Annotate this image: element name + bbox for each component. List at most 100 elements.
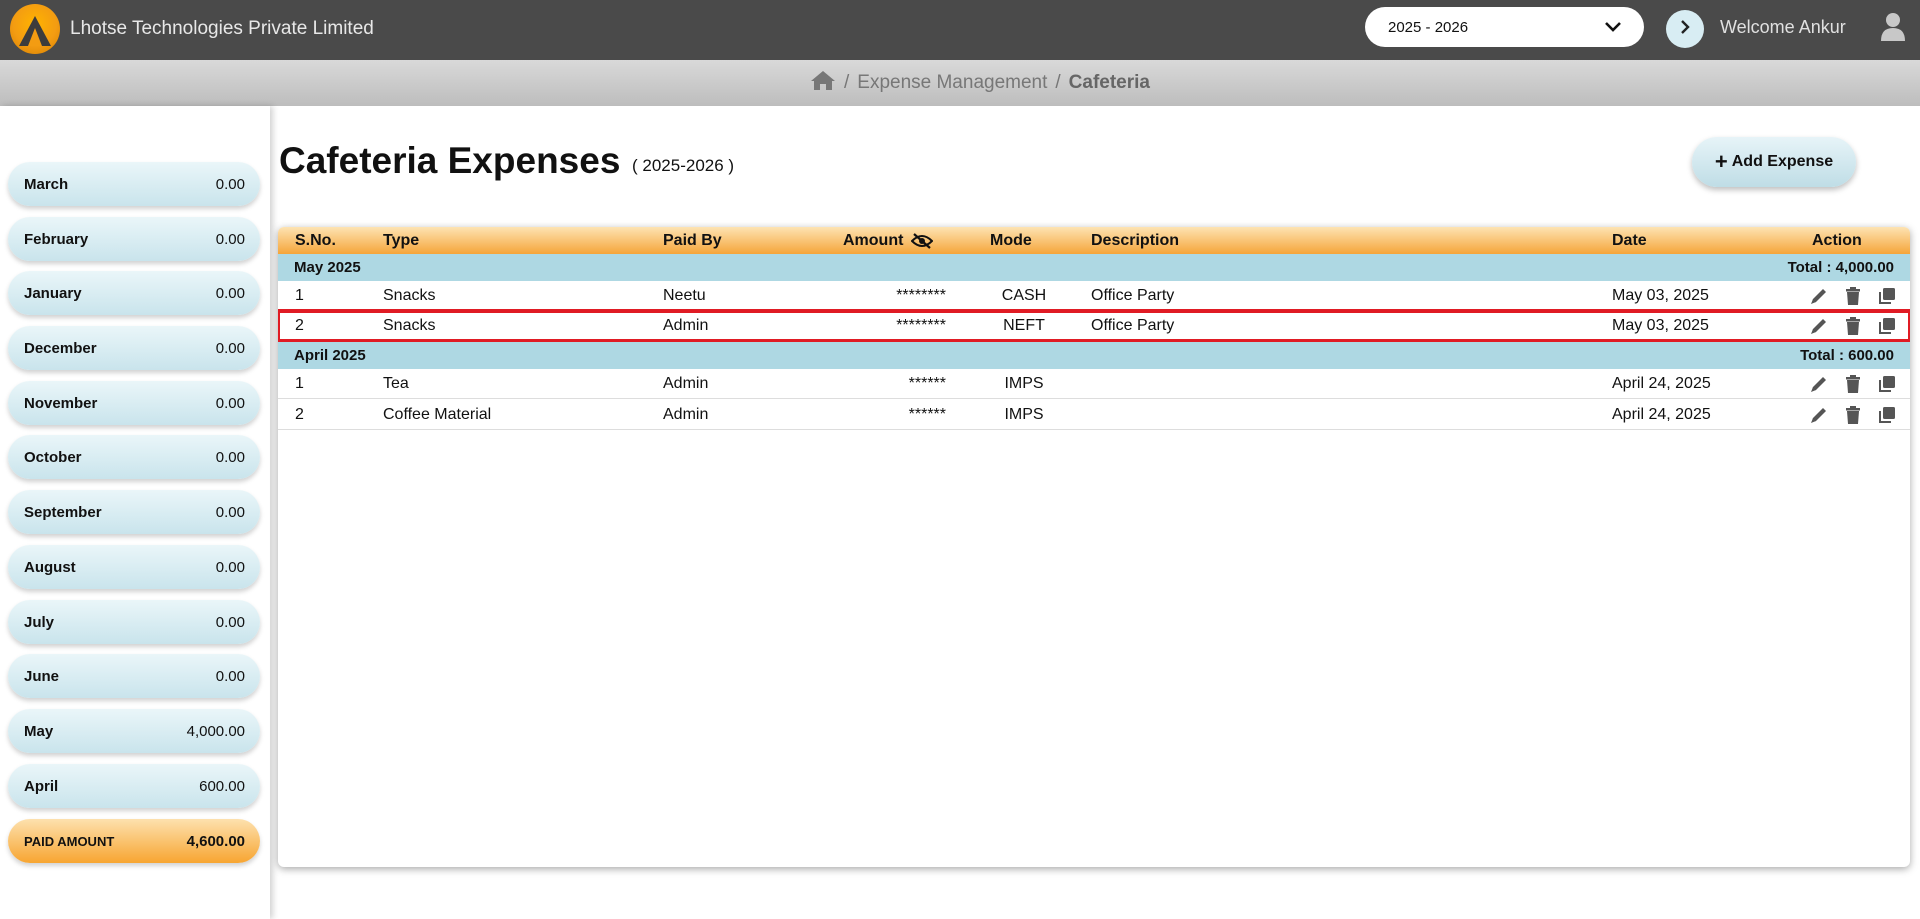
paid-amount-total: PAID AMOUNT 4,600.00 [8,819,260,863]
edit-icon[interactable] [1808,315,1830,337]
chevron-right-icon [1678,19,1692,40]
delete-icon[interactable] [1842,373,1864,395]
row-actions [1808,400,1898,429]
page-title: Cafeteria Expenses [279,140,621,181]
cell-type: Snacks [383,316,436,334]
edit-icon[interactable] [1808,404,1830,426]
sidebar-item-april[interactable]: April 600.00 [8,764,260,808]
month-amount: 0.00 [215,394,245,412]
month-name: April [24,777,59,795]
table-row[interactable]: 2 Coffee Material Admin ****** IMPS Apri… [278,400,1910,430]
cell-date: April 24, 2025 [1612,374,1711,392]
edit-icon[interactable] [1808,285,1830,307]
sidebar-item-december[interactable]: December 0.00 [8,326,260,370]
sidebar-item-september[interactable]: September 0.00 [8,490,260,534]
group-label: April 2025 [294,347,366,364]
paid-amount-value: 4,600.00 [186,832,245,850]
cell-mode: IMPS [1004,405,1044,423]
cell-sno: 2 [295,316,304,334]
delete-icon[interactable] [1842,315,1864,337]
paid-amount-label: PAID AMOUNT [24,833,115,849]
cell-amount: ****** [908,374,946,392]
table-row[interactable]: 1 Snacks Neetu ******** CASH Office Part… [278,281,1910,311]
add-expense-button[interactable]: + Add Expense [1692,137,1856,187]
edit-icon[interactable] [1808,373,1830,395]
month-name: December [24,339,97,357]
financial-year-value: 2025 - 2026 [1388,18,1469,36]
month-amount: 600.00 [199,777,245,795]
expense-table: S.No. Type Paid By Amount Mode Descripti… [278,227,1910,867]
copy-icon[interactable] [1876,373,1898,395]
month-amount: 4,000.00 [186,722,245,740]
breadcrumb-separator: / [843,72,850,93]
col-header-paid-by: Paid By [663,231,722,249]
cell-type: Snacks [383,286,436,304]
sidebar-item-august[interactable]: August 0.00 [8,545,260,589]
table-row-highlighted[interactable]: 2 Snacks Admin ******** NEFT Office Part… [278,309,1910,343]
row-actions [1808,281,1898,310]
cell-description: Office Party [1091,316,1175,334]
delete-icon[interactable] [1842,285,1864,307]
top-bar: Lhotse Technologies Private Limited 2025… [0,0,1920,60]
sidebar-item-october[interactable]: October 0.00 [8,435,260,479]
company-logo[interactable] [10,4,60,54]
sidebar-item-may[interactable]: May 4,000.00 [8,709,260,753]
copy-icon[interactable] [1876,285,1898,307]
row-actions [1808,369,1898,398]
sidebar-item-november[interactable]: November 0.00 [8,381,260,425]
group-label: May 2025 [294,259,361,276]
month-amount: 0.00 [215,558,245,576]
financial-year-select[interactable]: 2025 - 2026 [1365,7,1644,47]
eye-slash-icon[interactable] [911,232,934,249]
cell-sno: 1 [295,374,304,392]
group-total: Total : 4,000.00 [1787,259,1894,276]
cell-type: Coffee Material [383,405,492,423]
group-header-may-2025: May 2025 Total : 4,000.00 [278,254,1910,281]
company-name: Lhotse Technologies Private Limited [70,18,374,39]
cell-mode: NEFT [1003,316,1045,334]
cell-sno: 1 [295,286,304,304]
copy-icon[interactable] [1876,315,1898,337]
home-icon[interactable] [810,69,836,97]
sidebar-item-july[interactable]: July 0.00 [8,600,260,644]
month-name: November [24,394,98,412]
add-expense-label: Add Expense [1731,153,1834,170]
sidebar-item-march[interactable]: March 0.00 [8,162,260,206]
cell-amount: ****** [908,405,946,423]
month-name: January [24,284,82,302]
breadcrumb-item-expense-management[interactable]: Expense Management [857,72,1047,94]
month-name: September [24,503,102,521]
month-sidebar: March 0.00 February 0.00 January 0.00 Decem… [0,106,270,919]
col-header-sno: S.No. [295,231,336,249]
col-header-mode: Mode [990,231,1032,249]
group-header-april-2025: April 2025 Total : 600.00 [278,342,1910,369]
go-button[interactable] [1666,10,1704,48]
copy-icon[interactable] [1876,404,1898,426]
row-actions [1808,311,1898,340]
breadcrumb: / Expense Management / Cafeteria [810,69,1150,97]
col-header-type: Type [383,231,420,249]
month-amount: 0.00 [215,175,245,193]
col-header-amount: Amount [843,227,934,254]
delete-icon[interactable] [1842,404,1864,426]
sidebar-item-february[interactable]: February 0.00 [8,217,260,261]
col-header-action: Action [1812,231,1862,249]
user-icon[interactable] [1880,12,1906,47]
month-amount: 0.00 [215,339,245,357]
col-header-description: Description [1091,231,1180,249]
sidebar-item-june[interactable]: June 0.00 [8,654,260,698]
breadcrumb-separator: / [1055,72,1061,93]
cell-date: May 03, 2025 [1612,316,1709,334]
cell-mode: IMPS [1004,374,1044,392]
plus-icon: + [1714,149,1728,174]
sidebar-item-january[interactable]: January 0.00 [8,271,260,315]
group-total: Total : 600.00 [1800,347,1894,364]
chevron-down-icon [1604,16,1622,42]
cell-amount: ******** [896,316,946,334]
table-row[interactable]: 1 Tea Admin ****** IMPS April 24, 2025 [278,369,1910,399]
month-name: October [24,448,82,466]
welcome-text: Welcome Ankur [1720,17,1846,37]
month-name: March [24,175,69,193]
breadcrumb-current: Cafeteria [1068,72,1150,93]
month-name: June [24,667,60,685]
